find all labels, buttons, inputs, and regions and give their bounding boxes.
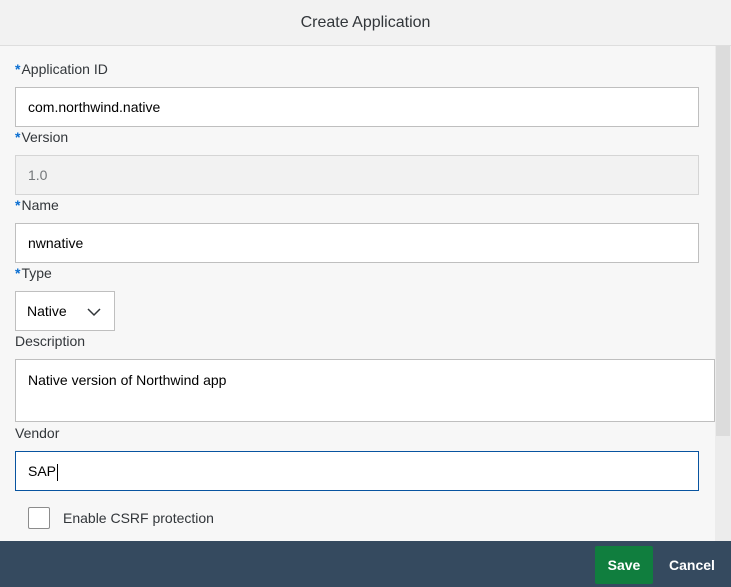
description-value: Native version of Northwind app (28, 372, 227, 388)
dialog-footer: Save Cancel (0, 541, 731, 587)
vertical-scrollbar[interactable] (715, 46, 731, 541)
chevron-down-icon (86, 305, 102, 321)
version-label-text: Version (21, 129, 69, 145)
required-marker: * (15, 197, 21, 213)
dialog-title: Create Application (0, 0, 731, 46)
name-input[interactable]: nwnative (15, 223, 699, 263)
type-label: *Type (15, 265, 52, 281)
type-select[interactable]: Native (15, 291, 115, 331)
create-application-dialog: Create Application *Application ID com.n… (0, 0, 731, 587)
csrf-label[interactable]: Enable CSRF protection (63, 510, 214, 526)
save-button[interactable]: Save (595, 546, 653, 584)
required-marker: * (15, 265, 21, 281)
form-content: *Application ID com.northwind.native *Ve… (0, 46, 715, 541)
name-value: nwnative (28, 235, 84, 251)
vendor-label: Vendor (15, 425, 60, 441)
required-marker: * (15, 129, 21, 145)
name-label-text: Name (21, 197, 59, 213)
application-id-value: com.northwind.native (28, 99, 161, 115)
description-textarea[interactable]: Native version of Northwind app (15, 359, 715, 422)
type-selected-value: Native (27, 303, 67, 319)
type-label-text: Type (21, 265, 52, 281)
cancel-button[interactable]: Cancel (662, 546, 722, 584)
version-input[interactable]: 1.0 (15, 155, 699, 195)
application-id-input[interactable]: com.northwind.native (15, 87, 699, 127)
scrollbar-thumb[interactable] (716, 46, 730, 436)
text-cursor (57, 463, 59, 481)
required-marker: * (15, 61, 21, 77)
name-label: *Name (15, 197, 59, 213)
vendor-input[interactable]: SAP (15, 451, 699, 491)
application-id-label-text: Application ID (21, 61, 108, 77)
description-label: Description (15, 333, 86, 349)
version-value: 1.0 (28, 167, 48, 183)
version-label: *Version (15, 129, 68, 145)
vendor-value: SAP (28, 463, 57, 479)
csrf-checkbox[interactable] (28, 507, 50, 529)
application-id-label: *Application ID (15, 61, 108, 77)
